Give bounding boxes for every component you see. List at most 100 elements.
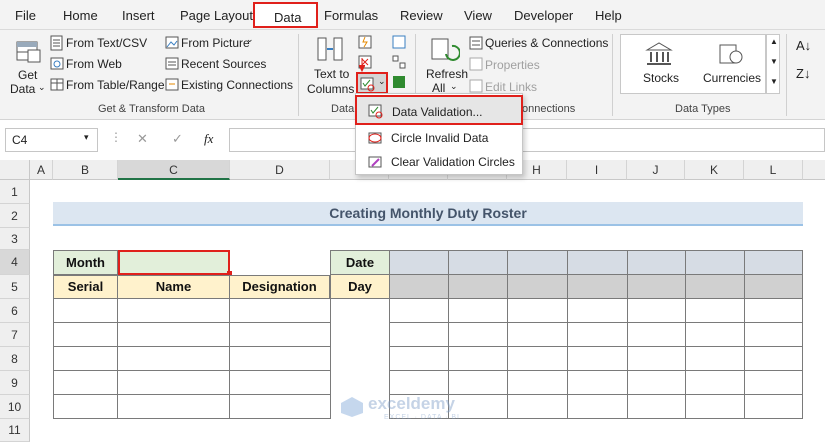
row-header[interactable]: 6	[0, 299, 30, 323]
more-options-icon: ⋮	[110, 130, 122, 144]
tab-home[interactable]: Home	[63, 8, 98, 23]
menu-item-data-validation[interactable]: Data Validation...	[355, 95, 523, 125]
refresh-all-label-1: Refresh	[426, 67, 469, 81]
cancel-icon[interactable]: ✕	[137, 131, 148, 147]
recent-sources-button[interactable]: Recent Sources	[181, 57, 266, 71]
formula-input[interactable]	[229, 128, 825, 152]
column-header[interactable]: A	[30, 160, 53, 180]
chevron-down-icon: ⌄	[246, 34, 254, 44]
row-header[interactable]: 7	[0, 323, 30, 347]
data-model-icon	[393, 76, 405, 88]
group-queries-label: onnections	[522, 103, 576, 115]
menu-item-clear-circles[interactable]: Clear Validation Circles	[356, 149, 524, 175]
tab-insert[interactable]: Insert	[122, 8, 155, 23]
ribbon-separator	[786, 34, 787, 116]
tab-review[interactable]: Review	[400, 8, 443, 23]
stocks-button[interactable]: Stocks	[629, 39, 689, 89]
from-picture-button[interactable]: From Picture	[181, 36, 250, 50]
row-header[interactable]: 2	[0, 204, 30, 228]
tab-file[interactable]: File	[15, 8, 36, 23]
roster-grid-left	[53, 298, 331, 419]
data-validation-button[interactable]: ⌄	[356, 72, 388, 94]
name-box[interactable]: C4 ▾	[5, 128, 98, 152]
text-to-columns-label-2: Columns	[307, 82, 355, 96]
row-header[interactable]: 3	[0, 228, 30, 250]
properties-icon	[469, 57, 483, 71]
row-header[interactable]: 10	[0, 395, 30, 419]
tab-data-label: Data	[274, 10, 302, 25]
row-header[interactable]: 8	[0, 347, 30, 371]
text-to-columns-button[interactable]: Text to Columns	[306, 34, 354, 96]
menu-item-circle-invalid[interactable]: Circle Invalid Data	[356, 125, 524, 151]
column-header[interactable]: L	[744, 160, 803, 180]
ribbon-separator	[612, 34, 613, 116]
data-validation-icon	[360, 77, 375, 92]
month-value-cell[interactable]	[118, 250, 230, 275]
chevron-down-icon: ▼	[770, 57, 778, 66]
column-header[interactable]: K	[685, 160, 744, 180]
serial-header: Serial	[53, 275, 118, 299]
row-header[interactable]: 5	[0, 275, 30, 299]
refresh-all-button[interactable]: Refresh All ⌄	[422, 34, 468, 96]
sort-asc-icon[interactable]: A↓	[796, 38, 811, 53]
tab-help[interactable]: Help	[595, 8, 622, 23]
properties-button[interactable]: Properties	[485, 58, 540, 72]
get-data-label-2: Data	[10, 82, 36, 96]
row-header[interactable]: 1	[0, 180, 30, 204]
select-all-corner[interactable]	[0, 160, 30, 180]
date-label: Date	[330, 250, 390, 275]
stocks-label: Stocks	[643, 71, 680, 85]
data-validation-dropdown: Data Validation... Circle Invalid Data C…	[355, 93, 523, 175]
menu-item-label: Circle Invalid Data	[391, 131, 489, 145]
circle-invalid-icon	[368, 132, 382, 144]
column-header[interactable]: J	[627, 160, 685, 180]
more-icon: ▼	[770, 77, 778, 86]
tab-data[interactable]: Data	[253, 2, 318, 28]
tab-page-layout[interactable]: Page Layout	[180, 8, 253, 23]
column-header[interactable]	[803, 160, 825, 180]
row-header[interactable]: 9	[0, 371, 30, 395]
text-to-columns-icon	[317, 37, 343, 61]
table-icon	[50, 78, 64, 91]
get-data-label-1: Get	[18, 68, 38, 82]
data-types-gallery: Stocks Currencies	[620, 34, 766, 94]
insert-function-icon[interactable]: fx	[204, 131, 213, 147]
tab-view[interactable]: View	[464, 8, 492, 23]
row-header[interactable]: 4	[0, 250, 30, 275]
queries-connections-button[interactable]: Queries & Connections	[485, 36, 608, 50]
existing-connections-icon	[165, 78, 179, 91]
chevron-down-icon: ⌄	[378, 76, 386, 86]
gallery-scroll[interactable]: ▲ ▼ ▼	[766, 34, 780, 94]
group-data-types-label: Data Types	[675, 103, 731, 115]
watermark-name: exceldemy	[368, 394, 455, 413]
group-data-tools-label: Data	[331, 103, 355, 115]
ribbon-separator	[298, 34, 299, 116]
column-header[interactable]: D	[230, 160, 330, 180]
text-to-columns-label-1: Text to	[314, 67, 350, 81]
web-icon	[50, 57, 64, 70]
currencies-button[interactable]: Currencies	[701, 39, 761, 89]
enter-icon[interactable]: ✓	[172, 131, 183, 147]
exceldemy-logo-icon	[341, 397, 363, 417]
existing-connections-button[interactable]: Existing Connections	[181, 78, 293, 92]
text-csv-icon	[50, 35, 63, 51]
sort-desc-icon[interactable]: Z↓	[796, 66, 810, 81]
name-box-value: C4	[12, 133, 28, 147]
chevron-down-icon: ▾	[84, 132, 89, 142]
get-data-button[interactable]: Get Data ⌄	[8, 36, 48, 96]
from-table-range-button[interactable]: From Table/Range	[66, 78, 165, 92]
from-web-button[interactable]: From Web	[66, 57, 122, 71]
database-icon	[16, 41, 41, 63]
clear-circles-icon	[368, 156, 382, 168]
flash-fill-icon	[358, 35, 372, 49]
tab-formulas[interactable]: Formulas	[324, 8, 378, 23]
month-label: Month	[53, 250, 118, 275]
column-header[interactable]: I	[567, 160, 627, 180]
column-header[interactable]: B	[53, 160, 118, 180]
tab-developer[interactable]: Developer	[514, 8, 573, 23]
row-header[interactable]: 11	[0, 419, 30, 442]
edit-links-icon	[469, 79, 483, 93]
edit-links-button[interactable]: Edit Links	[485, 80, 537, 94]
column-header[interactable]: C	[118, 160, 230, 180]
from-text-csv-button[interactable]: From Text/CSV	[66, 36, 147, 50]
